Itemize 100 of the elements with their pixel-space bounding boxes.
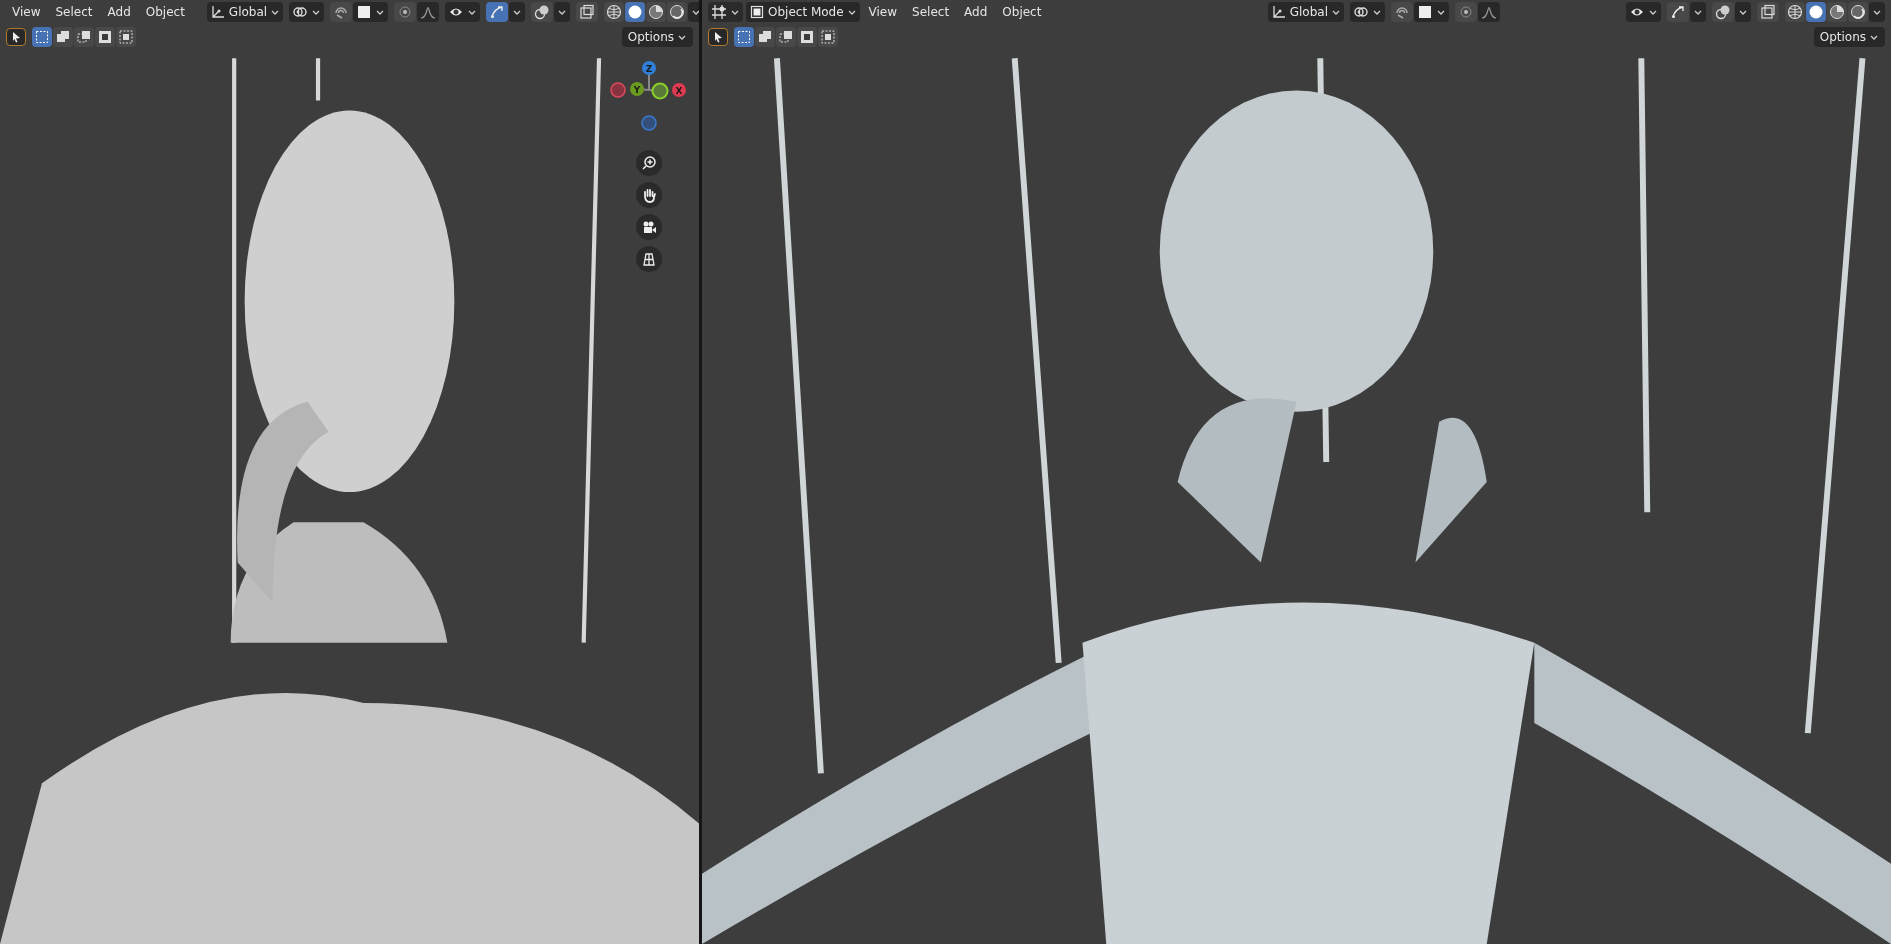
wireframe-sphere-icon	[606, 4, 623, 20]
caret-icon	[557, 8, 568, 16]
snap-target-dropdown[interactable]	[353, 2, 389, 22]
dot-icon	[1458, 4, 1474, 20]
caret-icon	[467, 8, 478, 16]
curve-icon	[1481, 4, 1497, 20]
gizmo-dropdown[interactable]	[509, 2, 526, 22]
xray-toggle[interactable]	[576, 2, 599, 22]
gizmo-toggle[interactable]	[486, 2, 509, 22]
grid-icon	[711, 4, 727, 20]
menu-item[interactable]: View	[862, 2, 904, 22]
solid-sphere-icon	[1808, 4, 1824, 20]
select-mode-button[interactable]	[776, 27, 796, 47]
menu-item[interactable]: View	[6, 2, 47, 22]
gizmo-toggle[interactable]	[1667, 2, 1689, 22]
select-mode-button[interactable]	[32, 27, 52, 47]
shading-button[interactable]	[667, 2, 688, 22]
menu-item[interactable]: Object	[996, 2, 1048, 22]
select-mode-button[interactable]	[74, 27, 94, 47]
caret-icon	[512, 8, 523, 16]
pivot-dropdown[interactable]	[289, 2, 325, 22]
xray-toggle[interactable]	[1757, 2, 1779, 22]
tool-button[interactable]	[6, 28, 26, 46]
overlays-dropdown[interactable]	[1735, 2, 1751, 22]
orientation-dropdown[interactable]: Global	[1267, 2, 1344, 22]
select-mode-button[interactable]	[755, 27, 775, 47]
proportional-toggle[interactable]	[1455, 2, 1477, 22]
square-icon	[1417, 4, 1433, 20]
arrow-icon	[1670, 4, 1686, 20]
shading-button[interactable]	[1806, 2, 1826, 22]
caret-icon	[846, 8, 857, 16]
gizmo-dropdown[interactable]	[1690, 2, 1706, 22]
select-mode-button[interactable]	[53, 27, 73, 47]
intersect-selection-icon	[118, 29, 134, 45]
select-mode-button[interactable]	[797, 27, 817, 47]
orientation-dropdown[interactable]: Global	[206, 2, 284, 22]
pivot-icon	[1353, 4, 1369, 20]
caret-icon	[1372, 8, 1382, 16]
select-mode-button[interactable]	[95, 27, 115, 47]
select-mode-button[interactable]	[818, 27, 838, 47]
falloff-dropdown[interactable]	[417, 2, 440, 22]
camera-icon	[641, 219, 657, 235]
caret-icon	[1648, 8, 1658, 16]
hand-icon	[641, 187, 657, 203]
menu-item[interactable]: Select	[906, 2, 956, 22]
xray-icon	[579, 4, 596, 20]
overlays-toggle[interactable]	[531, 2, 554, 22]
navigation-gizmo[interactable]: Z Y X	[609, 58, 689, 138]
subtract-selection-icon	[76, 29, 92, 45]
caret-icon	[270, 8, 281, 16]
shading-button[interactable]	[1827, 2, 1847, 22]
arrow-icon	[489, 4, 506, 20]
overlay-icon	[534, 4, 551, 20]
shading-button[interactable]	[625, 2, 646, 22]
square-icon	[356, 4, 373, 20]
snap-target-dropdown[interactable]	[1414, 2, 1449, 22]
caret-icon	[1872, 8, 1882, 16]
overlay-icon	[1715, 4, 1731, 20]
caret-icon	[375, 8, 386, 16]
visibility-dropdown[interactable]	[1626, 2, 1661, 22]
options-dropdown[interactable]: Options	[621, 27, 693, 47]
snap-toggle[interactable]	[1391, 2, 1413, 22]
new-selection-icon	[34, 29, 50, 45]
menu-item[interactable]: Object	[139, 2, 191, 22]
magnet-icon	[333, 4, 350, 20]
material-sphere-icon	[1829, 4, 1845, 20]
pivot-dropdown[interactable]	[1350, 2, 1385, 22]
subtract-selection-icon	[778, 29, 794, 45]
menu-item[interactable]: Add	[101, 2, 137, 22]
extend-selection-icon	[757, 29, 773, 45]
caret-icon	[730, 8, 740, 16]
caret-icon	[311, 8, 322, 16]
magnet-icon	[1394, 4, 1410, 20]
caret-icon	[1738, 8, 1748, 16]
overlays-dropdown[interactable]	[554, 2, 571, 22]
menu-item[interactable]: Select	[49, 2, 99, 22]
visibility-dropdown[interactable]	[445, 2, 481, 22]
extend-selection-icon	[55, 29, 71, 45]
overlays-toggle[interactable]	[1712, 2, 1734, 22]
shading-button[interactable]	[604, 2, 625, 22]
shading-button[interactable]	[1848, 2, 1868, 22]
editor-type-button[interactable]	[708, 2, 743, 22]
shading-button[interactable]	[646, 2, 667, 22]
caret-icon	[1693, 8, 1703, 16]
select-mode-button[interactable]	[116, 27, 136, 47]
select-mode-button[interactable]	[734, 27, 754, 47]
options-dropdown[interactable]: Options	[1813, 27, 1885, 47]
zoom-icon	[641, 155, 657, 171]
mode-dropdown[interactable]: Object Mode	[746, 2, 860, 22]
wireframe-sphere-icon	[1787, 4, 1803, 20]
tool-button[interactable]	[708, 28, 728, 46]
menu-item[interactable]: Add	[958, 2, 994, 22]
proportional-toggle[interactable]	[394, 2, 417, 22]
shading-button[interactable]	[1785, 2, 1805, 22]
snap-toggle[interactable]	[330, 2, 353, 22]
intersect-selection-icon	[820, 29, 836, 45]
caret-icon	[677, 33, 687, 41]
grid-icon	[641, 251, 657, 267]
falloff-dropdown[interactable]	[1478, 2, 1500, 22]
axes-icon	[209, 4, 226, 20]
